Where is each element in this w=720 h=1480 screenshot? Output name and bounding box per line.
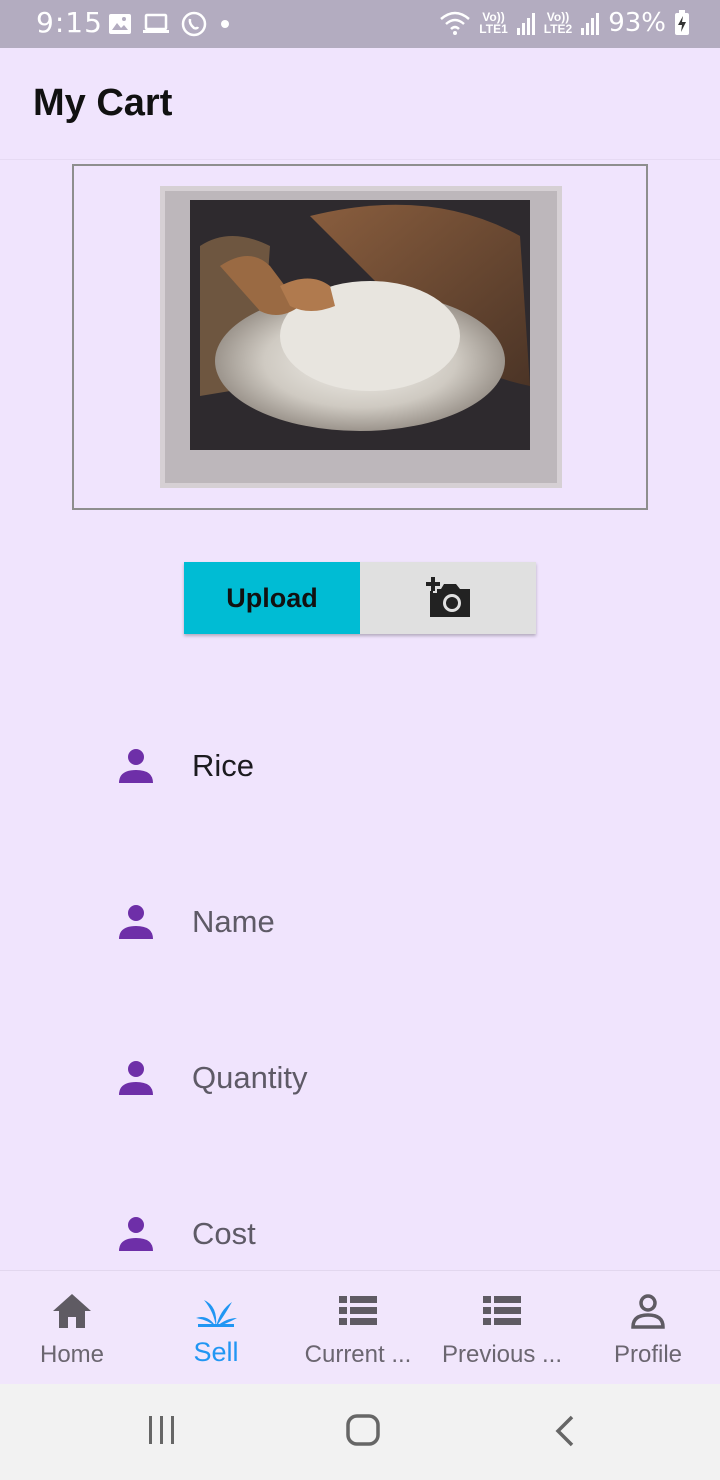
app-bar: My Cart bbox=[0, 48, 720, 160]
product-field[interactable]: Rice bbox=[116, 736, 636, 796]
name-field[interactable]: Name bbox=[116, 892, 636, 952]
person-icon bbox=[119, 1217, 153, 1251]
signal2-icon bbox=[581, 13, 600, 35]
person-icon bbox=[119, 1061, 153, 1095]
quantity-field[interactable]: Quantity bbox=[116, 1048, 636, 1108]
nav-current[interactable]: Current ... bbox=[286, 1291, 430, 1369]
sprout-icon bbox=[196, 1300, 237, 1327]
name-placeholder: Name bbox=[192, 904, 275, 939]
cost-field[interactable]: Cost bbox=[116, 1204, 636, 1264]
list-icon bbox=[483, 1296, 521, 1325]
quantity-placeholder: Quantity bbox=[192, 1060, 308, 1095]
person-icon bbox=[119, 749, 153, 783]
nav-current-label: Current ... bbox=[304, 1341, 412, 1368]
person-icon bbox=[119, 905, 153, 939]
dot-icon bbox=[221, 20, 229, 28]
battery-percent: 93% bbox=[608, 8, 666, 38]
sim1-label: Vo)) LTE1 bbox=[479, 10, 508, 36]
product-value: Rice bbox=[192, 748, 255, 783]
nav-home[interactable]: Home bbox=[0, 1291, 144, 1369]
nav-sell[interactable]: Sell bbox=[144, 1291, 288, 1368]
system-icons: Vo)) LTE1 Vo)) LTE2 93% bbox=[439, 8, 690, 38]
notification-icons bbox=[108, 10, 232, 38]
nav-profile-label: Profile bbox=[613, 1341, 683, 1368]
list-icon bbox=[339, 1296, 377, 1325]
product-image bbox=[160, 186, 562, 488]
nav-profile[interactable]: Profile bbox=[576, 1291, 720, 1369]
battery-icon bbox=[675, 10, 689, 35]
back-icon[interactable] bbox=[553, 1414, 577, 1448]
sim2-label: Vo)) LTE2 bbox=[543, 10, 573, 36]
recent-apps-icon[interactable] bbox=[146, 1414, 178, 1446]
whatsapp-icon bbox=[181, 11, 207, 37]
signal1-icon bbox=[516, 13, 535, 35]
bottom-navigation: Home Sell Current ... Previous ... Profi… bbox=[0, 1270, 720, 1384]
upload-button-group: Upload bbox=[184, 562, 536, 634]
system-navigation-bar bbox=[0, 1384, 720, 1480]
laptop-icon bbox=[143, 13, 169, 33]
nav-home-label: Home bbox=[39, 1341, 105, 1368]
status-time: 9:15 bbox=[36, 6, 103, 39]
upload-button[interactable]: Upload bbox=[184, 562, 360, 634]
gallery-icon bbox=[109, 14, 131, 34]
nav-previous-label: Previous ... bbox=[441, 1341, 563, 1368]
add-photo-button[interactable] bbox=[360, 562, 536, 634]
home-button-icon[interactable] bbox=[345, 1413, 381, 1447]
nav-sell-label: Sell bbox=[193, 1337, 239, 1367]
home-icon bbox=[53, 1294, 91, 1328]
cost-placeholder: Cost bbox=[192, 1216, 256, 1251]
status-bar: 9:15 Vo)) LTE1 Vo)) LTE2 93% bbox=[0, 0, 720, 48]
wifi-icon bbox=[440, 11, 471, 35]
image-preview-frame bbox=[72, 164, 648, 510]
page-title: My Cart bbox=[33, 82, 173, 124]
add-a-photo-icon bbox=[426, 577, 470, 617]
person-outline-icon bbox=[631, 1294, 665, 1329]
nav-previous[interactable]: Previous ... bbox=[430, 1291, 574, 1369]
